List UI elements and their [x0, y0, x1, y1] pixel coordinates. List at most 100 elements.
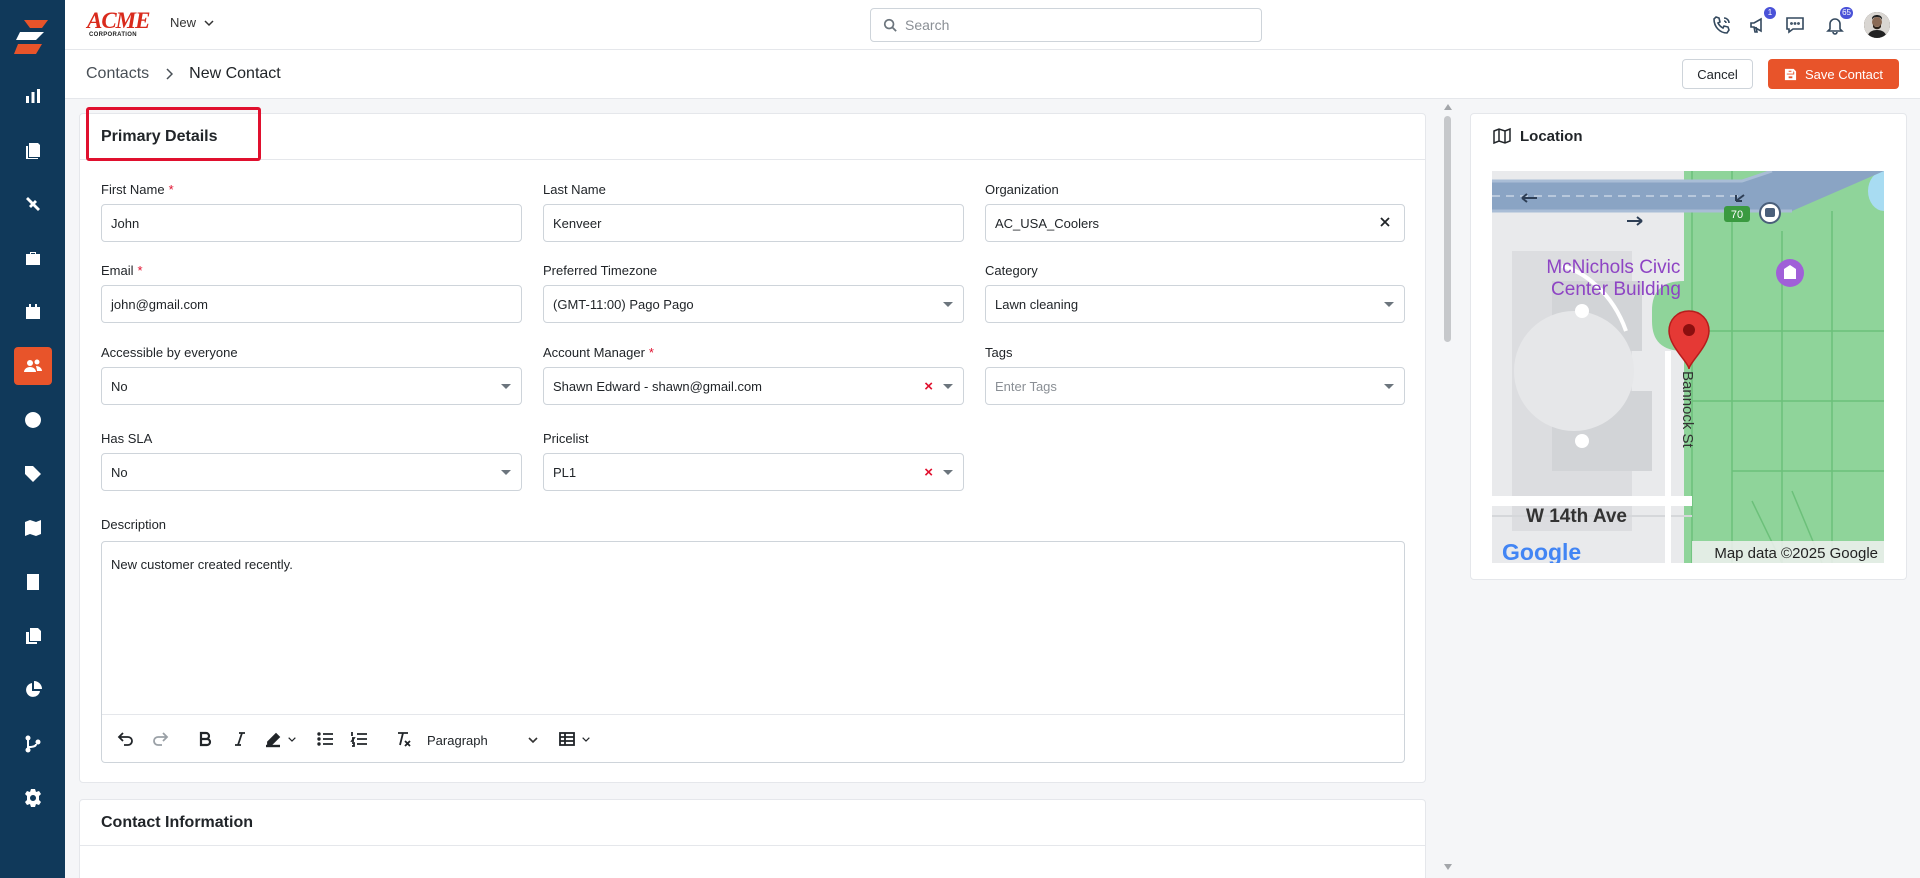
- primary-details-header: Primary Details: [80, 107, 1425, 161]
- accessible-select[interactable]: No: [101, 367, 522, 405]
- table-dropdown-button[interactable]: [580, 729, 592, 749]
- sidebar-item-jobs[interactable]: [14, 239, 52, 277]
- organization-label: Organization: [985, 182, 1059, 197]
- description-editor[interactable]: New customer created recently. Paragraph: [101, 541, 1405, 763]
- pricelist-select[interactable]: PL1 ×: [543, 453, 964, 491]
- location-card: Location 70 McNichols Civic Center Build…: [1470, 113, 1907, 580]
- notifications-button[interactable]: 65: [1822, 7, 1853, 38]
- caret-down-icon: [943, 470, 953, 475]
- clipboard-icon: [26, 143, 40, 159]
- numbered-list-icon: [350, 732, 367, 747]
- sidebar-item-workflow[interactable]: [14, 725, 52, 763]
- account-manager-label: Account Manager *: [543, 345, 654, 360]
- caret-down-icon: [501, 470, 511, 475]
- category-select[interactable]: Lawn cleaning: [985, 285, 1405, 323]
- first-name-field[interactable]: John: [101, 204, 522, 242]
- sidebar-item-timesheet[interactable]: [14, 401, 52, 439]
- table-button[interactable]: [556, 729, 578, 749]
- chevron-down-icon: [204, 19, 214, 26]
- undo-button[interactable]: [114, 729, 136, 749]
- map-street-horizontal: W 14th Ave: [1526, 506, 1627, 527]
- sidebar-item-map[interactable]: [14, 509, 52, 547]
- sidebar-item-documents[interactable]: [14, 617, 52, 655]
- clear-organization-icon[interactable]: [1377, 214, 1393, 230]
- highlight-color-button[interactable]: [262, 729, 284, 749]
- scrollbar-thumb[interactable]: [1444, 116, 1451, 342]
- sidebar-item-reports[interactable]: [14, 671, 52, 709]
- sla-select[interactable]: No: [101, 453, 522, 491]
- avatar-photo-icon: [1864, 12, 1890, 38]
- redo-icon: [153, 732, 169, 746]
- app-logo-icon[interactable]: [14, 18, 50, 56]
- tags-label: Tags: [985, 345, 1013, 360]
- chevron-down-icon: [528, 737, 538, 744]
- italic-button[interactable]: [230, 729, 250, 749]
- timezone-select[interactable]: (GMT-11:00) Pago Pago: [543, 285, 964, 323]
- sla-label: Has SLA: [101, 431, 153, 446]
- caret-down-icon: [1384, 302, 1394, 307]
- bullet-list-button[interactable]: [314, 729, 336, 749]
- notifications-badge: 65: [1840, 7, 1853, 19]
- sidebar-item-contacts[interactable]: [14, 347, 52, 385]
- top-bar: ACME CORPORATION New 1 65: [65, 0, 1920, 50]
- undo-icon: [117, 732, 133, 746]
- location-title: Location: [1520, 128, 1583, 145]
- cancel-button[interactable]: Cancel: [1682, 59, 1753, 89]
- breadcrumb-contacts-link[interactable]: Contacts: [86, 65, 149, 83]
- megaphone-icon: [1750, 17, 1762, 33]
- sidebar-item-dashboard[interactable]: [14, 77, 52, 115]
- account-manager-select[interactable]: Shawn Edward - shawn@gmail.com ×: [543, 367, 964, 405]
- pricelist-label: Pricelist: [543, 431, 589, 446]
- phone-icon: [1713, 16, 1730, 34]
- search-box[interactable]: [870, 8, 1262, 42]
- scroll-up-arrow[interactable]: [1444, 104, 1452, 110]
- announcements-button[interactable]: 1: [1745, 7, 1776, 38]
- timezone-label: Preferred Timezone: [543, 263, 658, 278]
- sidebar-item-tools[interactable]: [14, 185, 52, 223]
- sidebar-item-pricing[interactable]: [14, 455, 52, 493]
- search-input[interactable]: [905, 17, 1225, 33]
- phone-button[interactable]: [1709, 12, 1735, 38]
- redo-button[interactable]: [150, 729, 172, 749]
- last-name-field[interactable]: Kenveer: [543, 204, 964, 242]
- organization-field[interactable]: AC_USA_Coolers: [985, 204, 1405, 242]
- email-field[interactable]: john@gmail.com: [101, 285, 522, 323]
- description-text[interactable]: New customer created recently.: [111, 557, 293, 572]
- documents-icon: [26, 628, 41, 644]
- sidebar-item-invoices[interactable]: [14, 563, 52, 601]
- main-scrollbar[interactable]: [1441, 100, 1455, 872]
- clear-format-button[interactable]: [392, 729, 414, 749]
- map-route-number: 70: [1731, 209, 1743, 221]
- map-building-line-1: McNichols Civic: [1546, 257, 1680, 278]
- numbered-list-button[interactable]: [348, 729, 370, 749]
- bar-chart-icon: [26, 89, 40, 103]
- clear-account-manager-icon[interactable]: ×: [924, 379, 933, 394]
- paragraph-select[interactable]: Paragraph: [420, 729, 544, 751]
- map-building-line-2: Center Building: [1551, 279, 1681, 300]
- highlight-dropdown-button[interactable]: [286, 729, 298, 749]
- highlight-box: [86, 107, 261, 161]
- clear-format-icon: [398, 732, 411, 747]
- sidebar-item-tickets[interactable]: [14, 131, 52, 169]
- scroll-down-arrow[interactable]: [1444, 864, 1452, 870]
- tools-icon: [26, 197, 40, 211]
- chat-button[interactable]: [1782, 12, 1808, 38]
- location-map[interactable]: 70 McNichols Civic Center Building Banno…: [1492, 171, 1884, 563]
- highlighter-icon: [266, 732, 281, 748]
- save-contact-button[interactable]: Save Contact: [1768, 59, 1899, 89]
- users-icon: [24, 359, 42, 372]
- briefcase-icon: [26, 252, 40, 265]
- tag-icon: [25, 466, 41, 482]
- company-logo[interactable]: ACME CORPORATION: [87, 9, 151, 38]
- clear-pricelist-icon[interactable]: ×: [924, 465, 933, 480]
- map-icon: [1493, 127, 1511, 145]
- bold-button[interactable]: [195, 729, 215, 749]
- new-menu-button[interactable]: New: [170, 15, 214, 30]
- tags-select[interactable]: Enter Tags: [985, 367, 1405, 405]
- accessible-label: Accessible by everyone: [101, 345, 238, 360]
- sidebar-item-settings[interactable]: [14, 779, 52, 817]
- user-avatar[interactable]: [1864, 12, 1890, 38]
- save-icon: [1784, 68, 1797, 80]
- breadcrumb-current: New Contact: [189, 65, 281, 82]
- sidebar-item-calendar[interactable]: [14, 293, 52, 331]
